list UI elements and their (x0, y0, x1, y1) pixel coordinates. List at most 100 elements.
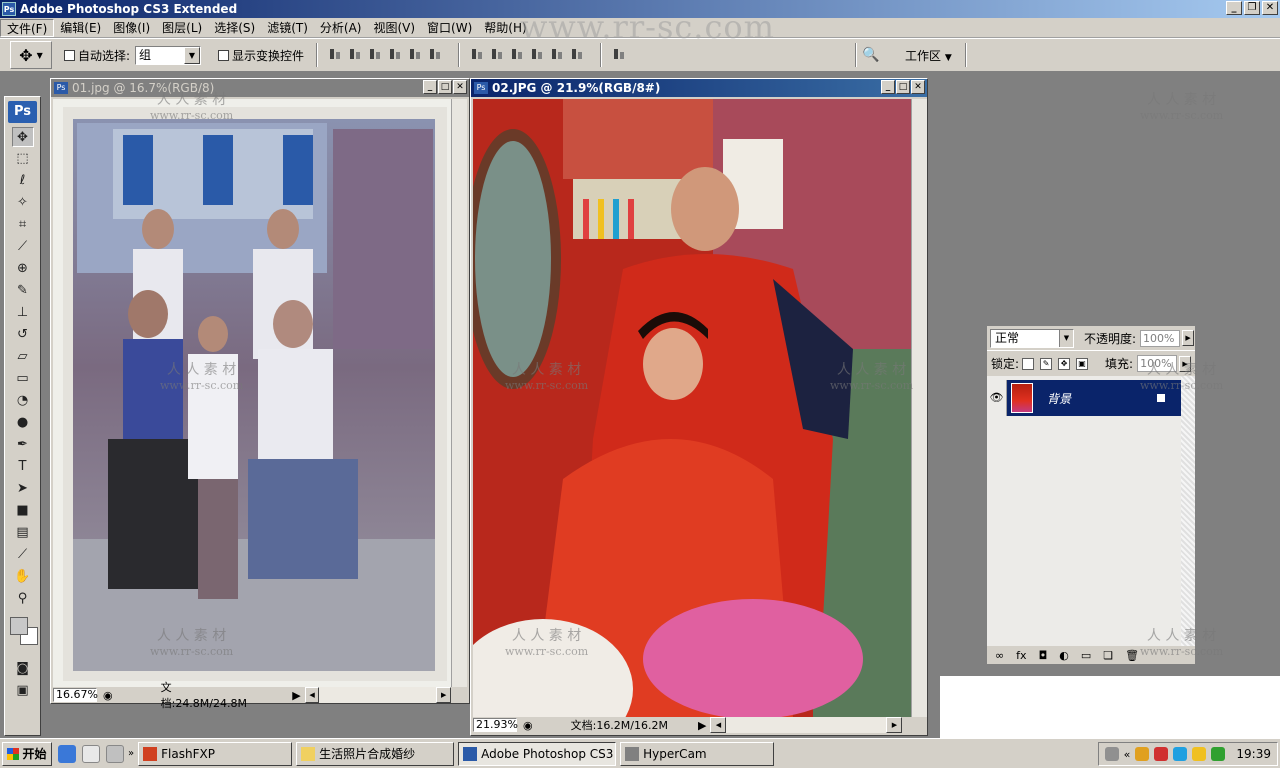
notes-tool-icon[interactable]: ▤ (12, 523, 34, 543)
distribute-hcenter-icon[interactable] (550, 47, 564, 61)
screen-mode-icon[interactable]: ▣ (12, 681, 34, 701)
shape-tool-icon[interactable]: ■ (12, 501, 34, 521)
task-photoshop[interactable]: Adobe Photoshop CS3 E... (458, 741, 617, 766)
lock-transparency-icon[interactable] (1022, 357, 1035, 370)
quicklaunch-icon[interactable] (106, 744, 124, 763)
maximize-icon[interactable]: □ (896, 80, 910, 94)
marquee-tool-icon[interactable]: ⬚ (12, 149, 34, 169)
eyedropper-tool-icon[interactable]: ⟋ (12, 237, 34, 257)
distribute-bottom-icon[interactable] (510, 47, 524, 61)
lasso-tool-icon[interactable]: ℓ (12, 171, 34, 191)
opacity-slider-arrow-icon[interactable]: ▶ (1182, 330, 1195, 346)
color-sampler-tool-icon[interactable]: ⟋ (12, 545, 34, 565)
lock-all-icon[interactable]: ▣ (1076, 357, 1089, 370)
new-group-icon[interactable]: ▭ (1081, 649, 1091, 662)
auto-align-icon[interactable] (612, 47, 626, 61)
scroll-left-arrow-icon[interactable]: ◀ (710, 717, 727, 733)
chevron-down-icon[interactable]: ▼ (184, 47, 200, 64)
menu-image[interactable]: 图像(I) (107, 19, 156, 37)
menu-help[interactable]: 帮助(H) (478, 19, 532, 37)
move-tool-icon[interactable]: ✥ (11, 127, 34, 147)
task-folder[interactable]: 生活照片合成婚纱 (296, 741, 455, 766)
task-hypercam[interactable]: HyperCam (620, 741, 775, 766)
menu-view[interactable]: 视图(V) (367, 19, 421, 37)
vertical-scrollbar[interactable] (911, 99, 927, 717)
tray-app-icon[interactable] (1135, 747, 1150, 761)
menu-layer[interactable]: 图层(L) (156, 19, 208, 37)
document-canvas[interactable] (473, 99, 911, 717)
trash-icon[interactable]: 🗑 (1125, 649, 1139, 662)
pen-tool-icon[interactable]: ✒ (12, 435, 34, 455)
adjustment-layer-icon[interactable]: ◐ (1059, 649, 1069, 662)
qq-icon[interactable] (1192, 747, 1207, 761)
quick-mask-icon[interactable]: ◙ (12, 659, 34, 679)
align-right-icon[interactable] (428, 47, 442, 61)
tray-app-icon[interactable] (1173, 747, 1188, 761)
align-vcenter-icon[interactable] (348, 47, 362, 61)
menu-filter[interactable]: 滤镜(T) (261, 19, 314, 37)
clone-stamp-tool-icon[interactable]: ⊥ (12, 303, 34, 323)
lock-pixels-icon[interactable]: ✎ (1040, 357, 1053, 370)
scroll-left-arrow-icon[interactable]: ◀ (304, 687, 320, 703)
align-top-icon[interactable] (328, 47, 342, 61)
eraser-tool-icon[interactable]: ▱ (12, 347, 34, 367)
menu-edit[interactable]: 编辑(E) (54, 19, 107, 37)
checkbox-box[interactable] (218, 50, 229, 61)
opacity-field[interactable]: 100% (1140, 329, 1181, 347)
layer-mask-icon[interactable]: ◘ (1039, 649, 1048, 662)
distribute-right-icon[interactable] (570, 47, 584, 61)
start-button[interactable]: 开始 (2, 741, 52, 766)
align-bottom-icon[interactable] (368, 47, 382, 61)
crop-tool-icon[interactable]: ⌗ (12, 215, 34, 235)
distribute-top-icon[interactable] (470, 47, 484, 61)
chevron-left-icon[interactable]: « (1124, 748, 1131, 761)
minimize-icon[interactable]: _ (1226, 1, 1242, 15)
maximize-icon[interactable]: □ (438, 80, 452, 94)
status-menu-icon[interactable]: ◉ (523, 719, 533, 732)
status-arrow-icon[interactable]: ▶ (292, 689, 300, 702)
document-window-02[interactable]: Ps 02.JPG @ 21.9%(RGB/8#) _ □ ✕ 21.93% ◉… (470, 78, 928, 736)
lock-position-icon[interactable]: ✥ (1058, 357, 1071, 370)
layer-row-background[interactable]: 👁 背景 (987, 380, 1181, 416)
brush-tool-icon[interactable]: ✎ (12, 281, 34, 301)
eye-icon[interactable]: 👁 (987, 380, 1007, 416)
new-layer-icon[interactable]: ❏ (1103, 649, 1113, 662)
layers-scrollbar[interactable] (1181, 376, 1195, 648)
document-window-01[interactable]: Ps 01.jpg @ 16.7%(RGB/8) _ □ ✕ 16.67% ◉ … (50, 78, 470, 710)
fill-field[interactable]: 100% (1137, 355, 1178, 372)
task-flashfxp[interactable]: FlashFXP (138, 741, 293, 766)
color-swatches[interactable] (10, 617, 38, 651)
dodge-tool-icon[interactable]: ● (12, 413, 34, 433)
align-left-icon[interactable] (388, 47, 402, 61)
keyboard-icon[interactable] (1104, 747, 1119, 761)
tray-app-icon[interactable] (1211, 747, 1226, 761)
tray-app-icon[interactable] (1154, 747, 1169, 761)
tool-preset-picker[interactable]: ✥ ▼ (10, 41, 52, 69)
zoom-field[interactable]: 16.67% (53, 688, 98, 702)
horizontal-scrollbar[interactable] (726, 717, 887, 733)
menu-window[interactable]: 窗口(W) (421, 19, 478, 37)
type-tool-icon[interactable]: T (12, 457, 34, 477)
bridge-icon[interactable]: 🔍 (862, 47, 884, 63)
scroll-right-arrow-icon[interactable]: ▶ (436, 687, 451, 703)
close-icon[interactable]: ✕ (453, 80, 467, 94)
history-brush-tool-icon[interactable]: ↺ (12, 325, 34, 345)
foreground-color-swatch[interactable] (10, 617, 28, 635)
align-hcenter-icon[interactable] (408, 47, 422, 61)
restore-icon[interactable]: ❐ (1244, 1, 1260, 15)
workspace-button[interactable]: 工作区 ▼ (905, 47, 952, 64)
menu-select[interactable]: 选择(S) (208, 19, 261, 37)
vertical-scrollbar[interactable] (451, 99, 467, 687)
scroll-right-arrow-icon[interactable]: ▶ (886, 717, 903, 733)
status-menu-icon[interactable]: ◉ (103, 689, 113, 702)
fill-slider-arrow-icon[interactable]: ▶ (1179, 355, 1192, 372)
blur-tool-icon[interactable]: ◔ (12, 391, 34, 411)
close-icon[interactable]: ✕ (911, 80, 925, 94)
distribute-left-icon[interactable] (530, 47, 544, 61)
document-canvas[interactable] (53, 99, 467, 687)
layer-name[interactable]: 背景 (1047, 390, 1071, 407)
chevron-right-icon[interactable]: » (128, 748, 134, 759)
blend-mode-dropdown[interactable]: 正常 ▼ (990, 328, 1074, 348)
minimize-icon[interactable]: _ (423, 80, 437, 94)
zoom-tool-icon[interactable]: ⚲ (12, 589, 34, 609)
